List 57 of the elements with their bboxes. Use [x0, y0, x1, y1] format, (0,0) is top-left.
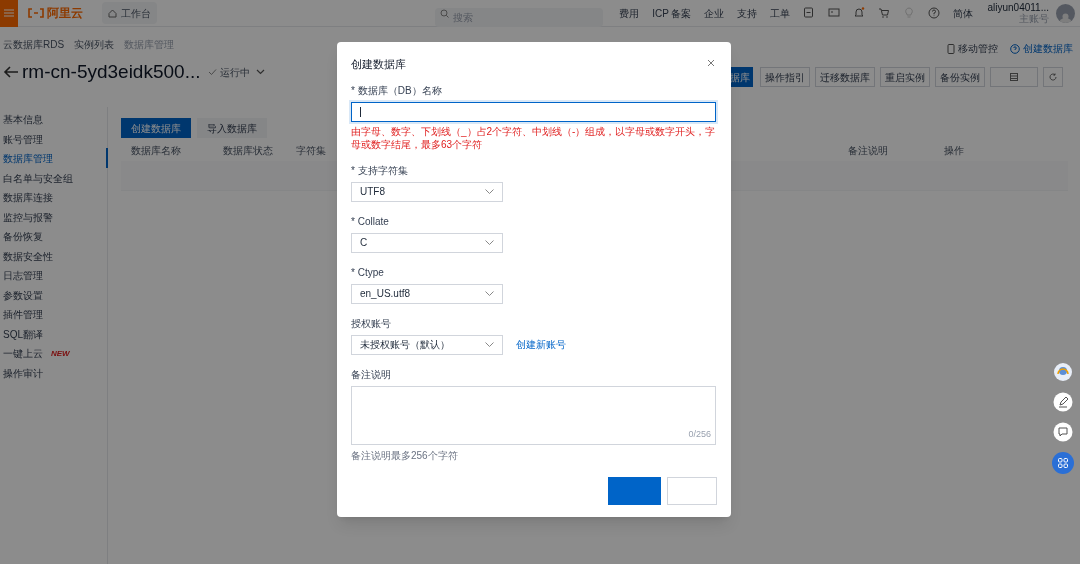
sidebar-item[interactable]: 数据库连接	[3, 190, 53, 206]
field-label: * Ctype	[351, 265, 385, 280]
toolbar-button[interactable]: 迁移数据库	[815, 67, 875, 87]
create-account-link[interactable]: 创建新账号	[516, 337, 566, 352]
error-message: 由字母、数字、下划线（_）占2个字符、中划线（-）组成，以字母或数字开头，字母或数字结尾，最多63个字符	[351, 124, 716, 151]
sidebar-item[interactable]: 数据安全性	[3, 248, 53, 264]
field-label: * Collate	[351, 214, 390, 229]
sidebar-item[interactable]: 账号管理	[3, 131, 43, 147]
field-label: 授权账号	[351, 316, 392, 331]
status-text: 运行中	[220, 65, 251, 80]
column-header: 数据库名称	[131, 145, 181, 156]
remark-textarea[interactable]: 0/256	[351, 385, 716, 445]
sidebar-item[interactable]: 插件管理	[3, 307, 43, 323]
toolbar-button[interactable]: 备份实例	[935, 67, 985, 87]
breadcrumb-link[interactable]: 实例列表	[74, 37, 115, 52]
breadcrumb-link[interactable]: 云数据库RDS	[3, 37, 65, 52]
language-link[interactable]: 简体	[953, 5, 974, 21]
sidebar-item[interactable]: 基本信息	[3, 112, 43, 128]
nav-link[interactable]: 支持	[737, 5, 758, 21]
dialog-title: 创建数据库	[351, 57, 406, 72]
toolbar-button[interactable]: 重启实例	[880, 67, 930, 87]
sidebar-item[interactable]: 数据库管理	[3, 151, 53, 167]
instance-name: rm-cn-5yd3eidk500...	[22, 60, 201, 84]
nav-link[interactable]: 费用	[619, 5, 640, 21]
sidebar-item[interactable]: 日志管理	[3, 268, 43, 284]
sidebar-item[interactable]: 监控与报警	[3, 209, 53, 225]
nav-link[interactable]: ICP 备案	[652, 5, 692, 21]
new-label: NEW	[51, 347, 70, 360]
sidebar-item[interactable]: 备份恢复	[3, 229, 43, 245]
sidebar-item[interactable]: 白名单与安全组	[3, 170, 73, 186]
nav-link[interactable]: 工单	[770, 5, 791, 21]
tab[interactable]: 导入数据库	[197, 118, 267, 138]
column-header: 备注说明	[848, 145, 888, 156]
field-label: 备注说明	[351, 367, 392, 382]
column-header: 字符集	[296, 145, 326, 156]
nav-link[interactable]: 企业	[704, 5, 725, 21]
sidebar-item[interactable]: SQL翻译	[3, 326, 43, 342]
hint-text: 备注说明最多256个字符	[351, 448, 459, 463]
character-counter: 0/256	[688, 428, 711, 441]
sidebar-item[interactable]: 参数设置	[3, 287, 43, 303]
workbench-button[interactable]: 工作台	[102, 2, 157, 24]
sidebar-item[interactable]: 一键上云	[3, 346, 43, 362]
field-label: * 数据库（DB）名称	[351, 83, 443, 98]
tab[interactable]: 创建数据库	[121, 118, 191, 138]
select-field[interactable]: en_US.utf8	[351, 283, 503, 304]
user-name[interactable]: aliyun04011...	[987, 2, 1049, 13]
select-field[interactable]: C	[351, 232, 503, 253]
header-link[interactable]: 创建数据库	[1010, 41, 1073, 56]
logo-text: 阿里云	[47, 5, 83, 22]
sidebar-item[interactable]: 操作审计	[3, 365, 43, 381]
column-header: 操作	[944, 145, 964, 156]
field-label: * 支持字符集	[351, 163, 409, 178]
toolbar-button[interactable]: 操作指引	[760, 67, 810, 87]
select-field[interactable]: 未授权账号（默认）	[351, 334, 503, 355]
column-header: 数据库状态	[223, 145, 273, 156]
header-link[interactable]: 移动管控	[947, 41, 998, 56]
select-field[interactable]: UTF8	[351, 181, 503, 202]
